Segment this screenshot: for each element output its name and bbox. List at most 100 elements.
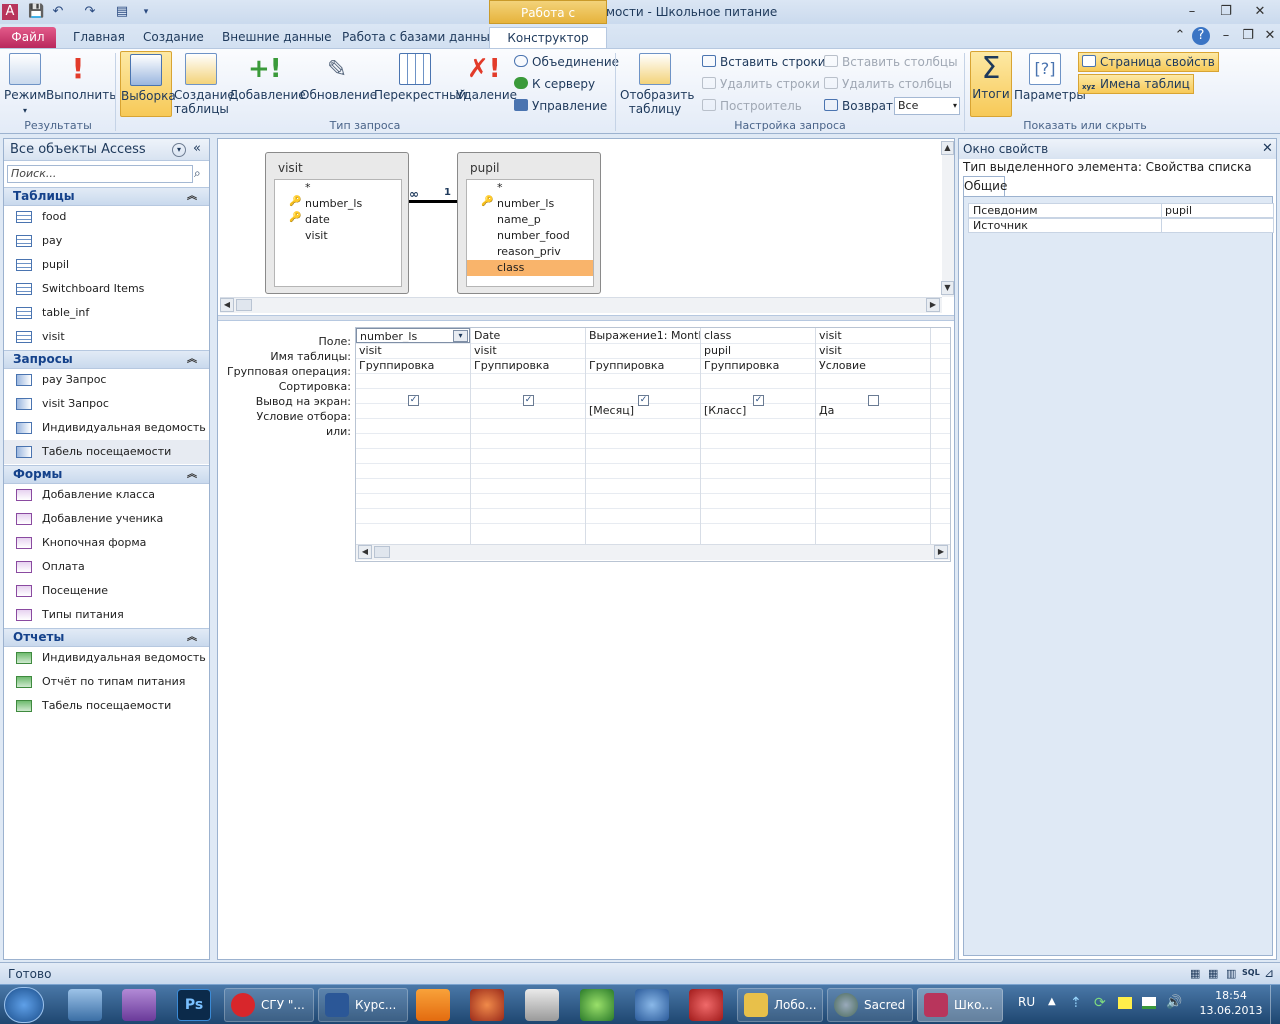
field-list-pupil[interactable]: pupil * 🔑 number_ls name_p number_food r… (457, 152, 601, 294)
delete-query-button[interactable]: ✗! Удаление (456, 53, 517, 117)
close-button[interactable]: ✕ (1248, 3, 1272, 21)
nav-item-query[interactable]: pay Запрос (4, 368, 209, 392)
grid-total-cell[interactable]: Условие (816, 358, 930, 373)
media-player-icon[interactable] (470, 989, 504, 1021)
grid-field-cell[interactable]: Выражение1: Month (586, 328, 700, 343)
return-values-select[interactable]: Все ▾ (894, 97, 960, 115)
table-names-button[interactable]: xyz Имена таблиц (1078, 74, 1194, 94)
doc-close-button[interactable]: ✕ (1258, 27, 1280, 45)
taskbar-button-explorer[interactable]: Лобо... (737, 988, 823, 1022)
grid-sort-cell[interactable] (816, 373, 930, 388)
field-item[interactable]: name_p (497, 212, 541, 228)
taskbar-button-word[interactable]: Курс... (318, 988, 408, 1022)
scroll-thumb[interactable] (374, 546, 390, 558)
table-pane-vscroll[interactable]: ▲ ▼ (941, 141, 954, 297)
datasheet-view-icon[interactable]: ▦ (1190, 967, 1200, 980)
totals-button[interactable]: Σ Итоги (970, 51, 1012, 117)
nav-item-form[interactable]: Добавление ученика (4, 507, 209, 531)
nav-item-report[interactable]: Индивидуальная ведомость (4, 646, 209, 670)
property-sheet-button[interactable]: Страница свойств (1078, 52, 1219, 72)
grid-criteria-cell[interactable]: [Месяц] (586, 403, 700, 418)
nav-section-reports[interactable]: Отчеты ︽ (4, 628, 209, 647)
grid-criteria-cell[interactable]: [Класс] (701, 403, 815, 418)
grid-hscroll[interactable]: ◀ ▶ (356, 544, 950, 560)
doc-minimize-button[interactable]: – (1214, 27, 1238, 45)
virtualbox-icon[interactable] (68, 989, 102, 1021)
tray-update-icon[interactable]: ⟳ (1094, 995, 1106, 1011)
nav-item-form[interactable]: Типы питания (4, 603, 209, 627)
view-mode-button[interactable]: Режим ▾ (4, 53, 46, 117)
grid-sort-cell[interactable] (701, 373, 815, 388)
grid-field-cell[interactable]: class (701, 328, 815, 343)
tab-database-tools[interactable]: Работа с базами данных (332, 27, 507, 48)
grid-criteria-cell[interactable] (356, 403, 470, 418)
scroll-up-icon[interactable]: ▲ (941, 141, 954, 155)
scroll-right-icon[interactable]: ▶ (926, 298, 940, 312)
builder-button[interactable]: Построитель (702, 97, 802, 115)
nav-item-table[interactable]: food (4, 205, 209, 229)
nav-section-forms[interactable]: Формы ︽ (4, 465, 209, 484)
pane-splitter[interactable] (218, 315, 954, 321)
vlc-icon[interactable] (416, 989, 450, 1021)
acrobat-icon[interactable] (689, 989, 723, 1021)
nav-header[interactable]: Все объекты Access ▾ « (4, 139, 209, 161)
property-value[interactable]: pupil (1161, 204, 1275, 217)
grid-sort-cell[interactable] (586, 373, 700, 388)
nav-item-form[interactable]: Добавление класса (4, 483, 209, 507)
field-list-visit[interactable]: visit * 🔑 number_ls 🔑 date visit (265, 152, 409, 294)
nav-item-table[interactable]: Switchboard Items (4, 277, 209, 301)
scroll-left-icon[interactable]: ◀ (220, 298, 234, 312)
show-desktop-button[interactable] (1270, 985, 1280, 1024)
scroll-down-icon[interactable]: ▼ (941, 281, 954, 295)
sql-view-icon[interactable]: SQL (1242, 968, 1260, 977)
clock[interactable]: 18:54 13.06.2013 (1195, 988, 1267, 1018)
grid-field-cell[interactable]: visit (816, 328, 930, 343)
tab-create[interactable]: Создание (133, 27, 214, 48)
grid-field-cell[interactable]: Date (471, 328, 585, 343)
tab-file[interactable]: Файл (0, 27, 56, 48)
field-item[interactable]: * (305, 180, 311, 196)
grid-total-cell[interactable]: Группировка (701, 358, 815, 373)
grid-sort-cell[interactable] (471, 373, 585, 388)
scroll-thumb[interactable] (236, 299, 252, 311)
minimize-button[interactable]: – (1180, 3, 1204, 21)
nav-item-form[interactable]: Оплата (4, 555, 209, 579)
restore-button[interactable]: ❐ (1214, 3, 1238, 21)
nav-item-query[interactable]: visit Запрос (4, 392, 209, 416)
nav-item-report[interactable]: Табель посещаемости (4, 694, 209, 718)
grid-table-cell[interactable]: visit (816, 343, 930, 358)
taskbar-button-sacred[interactable]: Sacred (827, 988, 913, 1022)
chevron-down-icon[interactable]: ▾ (453, 330, 468, 342)
data-definition-button[interactable]: Управление (514, 97, 607, 115)
visual-studio-icon[interactable] (122, 989, 156, 1021)
nav-search-input[interactable]: Поиск... (7, 165, 193, 183)
field-item-selected[interactable]: class (467, 260, 593, 276)
crosstab-button[interactable]: Перекрестный (374, 53, 466, 117)
tray-battery-icon[interactable] (1142, 997, 1156, 1009)
shutter-bar-close-icon[interactable]: « (193, 141, 201, 156)
nav-item-query-selected[interactable]: Табель посещаемости (4, 440, 209, 464)
nav-item-table[interactable]: table_inf (4, 301, 209, 325)
translator-icon[interactable] (635, 989, 669, 1021)
design-view-icon[interactable]: ⊿ (1264, 966, 1274, 980)
nav-item-report[interactable]: Отчёт по типам питания (4, 670, 209, 694)
nav-item-form[interactable]: Кнопочная форма (4, 531, 209, 555)
update-button[interactable]: ✎ Обновление (300, 53, 377, 117)
tab-general[interactable]: Общие (963, 176, 1007, 196)
tray-network-icon[interactable]: ⇡ (1070, 995, 1082, 1011)
download-icon[interactable] (580, 989, 614, 1021)
append-button[interactable]: +! Добавление (229, 53, 306, 117)
table-pane-hscroll[interactable]: ◀ ▶ (220, 297, 942, 313)
nav-item-form[interactable]: Посещение (4, 579, 209, 603)
pivot-chart-view-icon[interactable]: ▥ (1226, 967, 1236, 980)
tab-home[interactable]: Главная (63, 27, 135, 48)
make-table-button[interactable]: Создание таблицы (174, 53, 235, 117)
tab-external-data[interactable]: Внешние данные (212, 27, 341, 48)
field-item[interactable]: * (497, 180, 503, 196)
property-row-alias[interactable]: Псевдоним pupil (968, 203, 1274, 218)
field-item[interactable]: visit (305, 228, 328, 244)
start-button[interactable] (4, 987, 44, 1023)
nav-item-query[interactable]: Индивидуальная ведомость (4, 416, 209, 440)
grid-table-cell[interactable]: visit (471, 343, 585, 358)
field-item[interactable]: date (305, 212, 330, 228)
